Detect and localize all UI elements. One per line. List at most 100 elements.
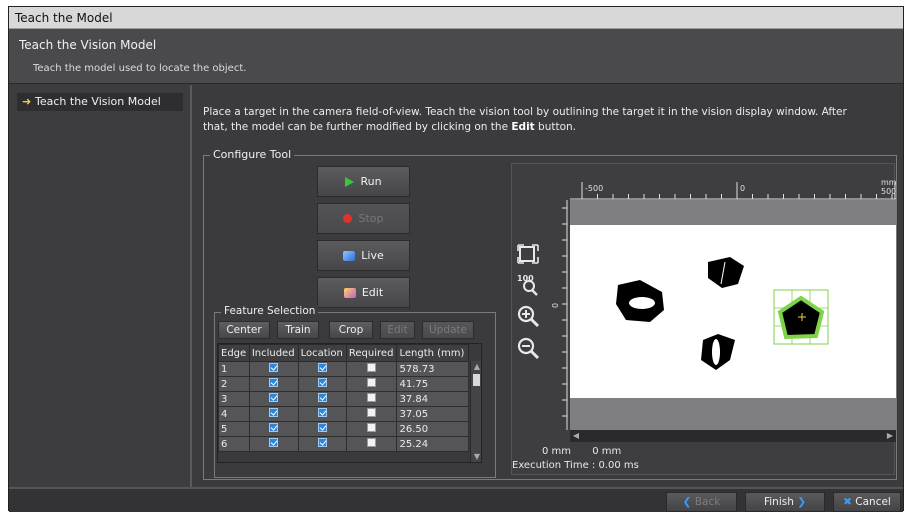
included-checkbox[interactable]: [269, 393, 279, 402]
included-checkbox[interactable]: [269, 438, 279, 447]
required-checkbox[interactable]: [367, 363, 377, 372]
location-checkbox[interactable]: [317, 408, 327, 417]
target-object-bottom-hole: [712, 339, 720, 365]
required-checkbox[interactable]: [367, 423, 377, 432]
col-header-location[interactable]: Location: [297, 344, 347, 362]
table-row[interactable]: 5 26.50: [218, 421, 469, 437]
location-checkbox[interactable]: [317, 423, 327, 432]
scroll-left-arrow-icon[interactable]: ◀: [570, 430, 582, 442]
cell-location: [297, 421, 347, 437]
edit-model-icon: [343, 287, 356, 298]
cell-included: [248, 421, 299, 437]
image-horizontal-scrollbar[interactable]: ◀ ▶: [570, 430, 896, 442]
col-header-length[interactable]: Length (mm): [396, 344, 469, 362]
location-checkbox[interactable]: [317, 438, 327, 447]
required-checkbox[interactable]: [367, 408, 377, 417]
center-button[interactable]: Center: [218, 321, 270, 339]
zoom-100-icon[interactable]: 100: [516, 272, 540, 296]
sidebar-item-teach-vision-model[interactable]: ➜ Teach the Vision Model: [17, 93, 183, 111]
cell-edge: 3: [218, 391, 250, 407]
edit-button[interactable]: Edit: [317, 277, 410, 308]
zoom-in-icon[interactable]: [516, 304, 540, 328]
step-sidebar: ➜ Teach the Vision Model: [9, 85, 192, 487]
required-checkbox[interactable]: [367, 378, 377, 387]
edit-feature-button[interactable]: Edit: [380, 321, 415, 339]
left-ruler: 0: [551, 200, 568, 430]
required-checkbox[interactable]: [367, 393, 377, 402]
ruler-label-500: 500: [881, 187, 896, 196]
included-checkbox[interactable]: [269, 378, 279, 387]
cell-location: [297, 406, 347, 422]
cell-location: [297, 361, 347, 377]
cell-edge: 1: [218, 361, 250, 377]
feature-selection-legend: Feature Selection: [221, 305, 319, 317]
location-checkbox[interactable]: [317, 378, 327, 387]
ruler-unit: mm: [881, 178, 896, 187]
sidebar-item-label: Teach the Vision Model: [35, 95, 161, 108]
play-icon: [345, 176, 355, 187]
included-checkbox[interactable]: [269, 363, 279, 372]
window-title: Teach the Model: [9, 7, 903, 29]
included-checkbox[interactable]: [269, 423, 279, 432]
ruler-left-label-0: 0: [551, 303, 560, 308]
scroll-right-arrow-icon[interactable]: ▶: [884, 430, 896, 442]
zoom-out-icon[interactable]: [516, 336, 540, 360]
run-button[interactable]: Run: [317, 166, 410, 197]
cell-location: [297, 391, 347, 407]
cell-length: 41.75: [396, 376, 469, 392]
cell-included: [248, 361, 299, 377]
scroll-up-arrow-icon[interactable]: ▲: [472, 362, 481, 372]
cell-included: [248, 406, 299, 422]
cancel-button[interactable]: ✖ Cancel: [833, 492, 901, 512]
edit-label: Edit: [361, 286, 384, 299]
wizard-window: Teach the Model Teach the Vision Model T…: [8, 6, 904, 512]
back-button[interactable]: ❮ Back: [666, 492, 737, 512]
included-checkbox[interactable]: [269, 408, 279, 417]
target-object-top: [708, 257, 744, 288]
live-button[interactable]: Live: [317, 240, 410, 271]
camera-image-view[interactable]: [570, 200, 896, 430]
ruler-label-0: 0: [740, 184, 745, 193]
train-button[interactable]: Train: [277, 321, 319, 339]
configure-tool-group: Configure Tool Run Stop Live Edit Featur…: [203, 148, 897, 480]
table-row[interactable]: 3 37.84: [218, 391, 469, 407]
back-label: Back: [694, 496, 721, 508]
cell-included: [248, 391, 299, 407]
cell-location: [297, 436, 347, 452]
cell-required: [345, 421, 398, 437]
instructions-line-2: that, the model can be further modified …: [203, 121, 512, 133]
table-vertical-scrollbar[interactable]: ▲ ▼: [470, 361, 481, 462]
stop-icon: [343, 214, 353, 223]
cell-length: 37.05: [396, 406, 469, 422]
cancel-label: Cancel: [855, 496, 891, 508]
fit-view-icon[interactable]: [516, 242, 540, 266]
table-row[interactable]: 1 578.73: [218, 361, 469, 377]
finish-button[interactable]: Finish ❯: [745, 492, 825, 512]
instructions-line-2-end: button.: [534, 121, 576, 133]
col-header-edge[interactable]: Edge: [218, 344, 250, 362]
col-header-required[interactable]: Required: [345, 344, 398, 362]
table-row[interactable]: 2 41.75: [218, 376, 469, 392]
trained-model-outline[interactable]: [773, 289, 829, 345]
required-checkbox[interactable]: [367, 438, 377, 447]
table-row[interactable]: 4 37.05: [218, 406, 469, 422]
coord-x: 0 mm: [542, 446, 572, 457]
scroll-thumb[interactable]: [473, 374, 480, 386]
location-checkbox[interactable]: [317, 363, 327, 372]
top-ruler: -500 0 mm 500: [570, 178, 896, 200]
location-checkbox[interactable]: [317, 393, 327, 402]
update-button[interactable]: Update: [422, 321, 474, 339]
cell-required: [345, 361, 398, 377]
stop-button[interactable]: Stop: [317, 203, 410, 234]
cell-required: [345, 406, 398, 422]
table-row[interactable]: 6 25.24: [218, 436, 469, 452]
crop-button[interactable]: Crop: [329, 321, 373, 339]
cell-edge: 2: [218, 376, 250, 392]
cell-included: [248, 376, 299, 392]
chevron-left-icon: ❮: [682, 496, 692, 508]
scroll-down-arrow-icon[interactable]: ▼: [472, 452, 481, 462]
instructions-text: Place a target in the camera field-of-vi…: [203, 105, 893, 135]
finish-label: Finish: [763, 496, 794, 508]
cell-length: 37.84: [396, 391, 469, 407]
col-header-included[interactable]: Included: [248, 344, 299, 362]
